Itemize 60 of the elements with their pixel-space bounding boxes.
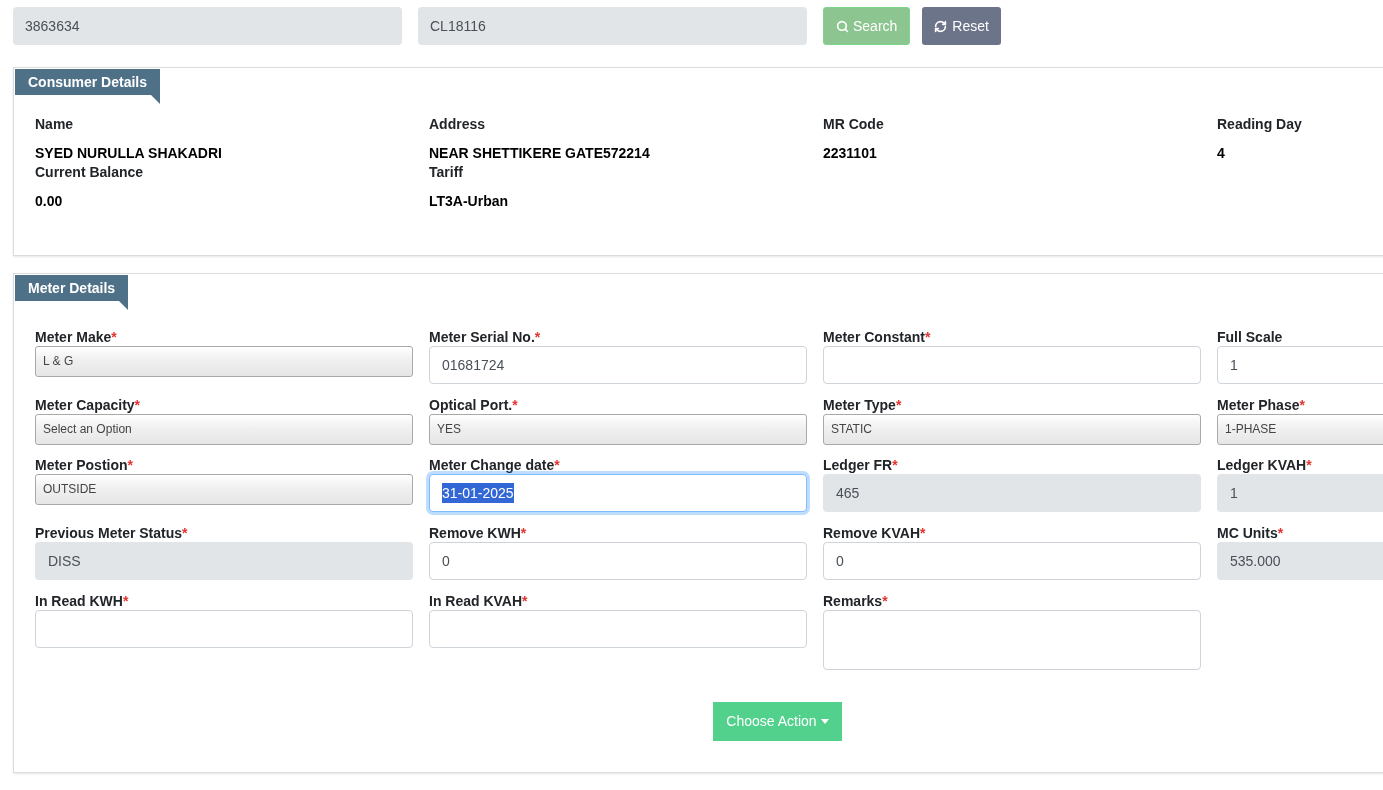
detail-label: Name bbox=[35, 115, 75, 134]
readonly-field: DISS bbox=[35, 542, 413, 580]
field-label: Remove KVAH* bbox=[823, 524, 927, 543]
detail-value: 2231101 bbox=[823, 144, 878, 163]
detail-value: 4 bbox=[1217, 144, 1226, 163]
ribbon-fold-icon bbox=[151, 95, 161, 104]
detail-label: Current Balance bbox=[35, 163, 145, 182]
field-label: Ledger KVAH* bbox=[1217, 456, 1313, 475]
field-label: In Read KWH* bbox=[35, 592, 130, 611]
detail-label: Address bbox=[429, 115, 487, 134]
field-label: Remarks* bbox=[823, 592, 889, 611]
detail-label: Reading Day bbox=[1217, 115, 1303, 134]
field-label: Meter Change date* bbox=[429, 456, 561, 475]
detail-label: MR Code bbox=[823, 115, 885, 134]
detail-value: SYED NURULLA SHAKADRI bbox=[35, 144, 223, 163]
field-label: Previous Meter Status* bbox=[35, 524, 189, 543]
readonly-field: 465 bbox=[823, 474, 1201, 512]
detail-value: NEAR SHETTIKERE GATE572214 bbox=[429, 144, 651, 163]
field-label: Full Scale bbox=[1217, 328, 1284, 347]
select-field[interactable]: STATIC bbox=[823, 414, 1201, 445]
detail-label: Tariff bbox=[429, 163, 464, 182]
field-label: Meter Postion* bbox=[35, 456, 135, 475]
reset-button[interactable]: Reset bbox=[922, 7, 1001, 45]
field-label: Meter Type* bbox=[823, 396, 903, 415]
input-field[interactable]: 1 bbox=[1217, 346, 1383, 384]
field-label: Optical Port.* bbox=[429, 396, 519, 415]
input-field[interactable]: 0 bbox=[823, 542, 1201, 580]
field-label: Meter Make* bbox=[35, 328, 118, 347]
section-title: Meter Details bbox=[15, 275, 129, 301]
select-field[interactable]: OUTSIDE bbox=[35, 474, 413, 505]
field-label: Meter Phase* bbox=[1217, 396, 1306, 415]
field-label: Meter Constant* bbox=[823, 328, 932, 347]
consumer-number-field[interactable]: 3863634 bbox=[13, 7, 402, 45]
input-field[interactable] bbox=[823, 346, 1201, 384]
field-label: MC Units* bbox=[1217, 524, 1285, 543]
field-label: Ledger FR* bbox=[823, 456, 899, 475]
select-field[interactable]: Select an Option bbox=[35, 414, 413, 445]
input-field[interactable]: 0 bbox=[429, 542, 807, 580]
field-label: Meter Serial No.* bbox=[429, 328, 542, 347]
select-field[interactable]: YES bbox=[429, 414, 807, 445]
select-field[interactable]: L & G bbox=[35, 346, 413, 377]
input-field[interactable] bbox=[35, 610, 413, 648]
textarea-field[interactable] bbox=[823, 610, 1201, 670]
detail-value: LT3A-Urban bbox=[429, 192, 510, 211]
section-title: Consumer Details bbox=[15, 69, 161, 95]
detail-value: 0.00 bbox=[35, 192, 64, 211]
ribbon-fold-icon bbox=[119, 301, 129, 310]
readonly-field: 1 bbox=[1217, 474, 1383, 512]
code-field[interactable]: CL18116 bbox=[418, 7, 807, 45]
input-field[interactable]: 01681724 bbox=[429, 346, 807, 384]
field-label: Remove KWH* bbox=[429, 524, 528, 543]
input-field[interactable] bbox=[429, 610, 807, 648]
input-field[interactable]: 31-01-2025 bbox=[429, 474, 807, 512]
readonly-field: 535.000 bbox=[1217, 542, 1383, 580]
field-label: In Read KVAH* bbox=[429, 592, 529, 611]
caret-icon bbox=[820, 719, 829, 724]
field-label: Meter Capacity* bbox=[35, 396, 142, 415]
select-field[interactable]: 1-PHASE bbox=[1217, 414, 1383, 445]
refresh-icon bbox=[934, 19, 948, 33]
search-icon bbox=[836, 19, 849, 33]
